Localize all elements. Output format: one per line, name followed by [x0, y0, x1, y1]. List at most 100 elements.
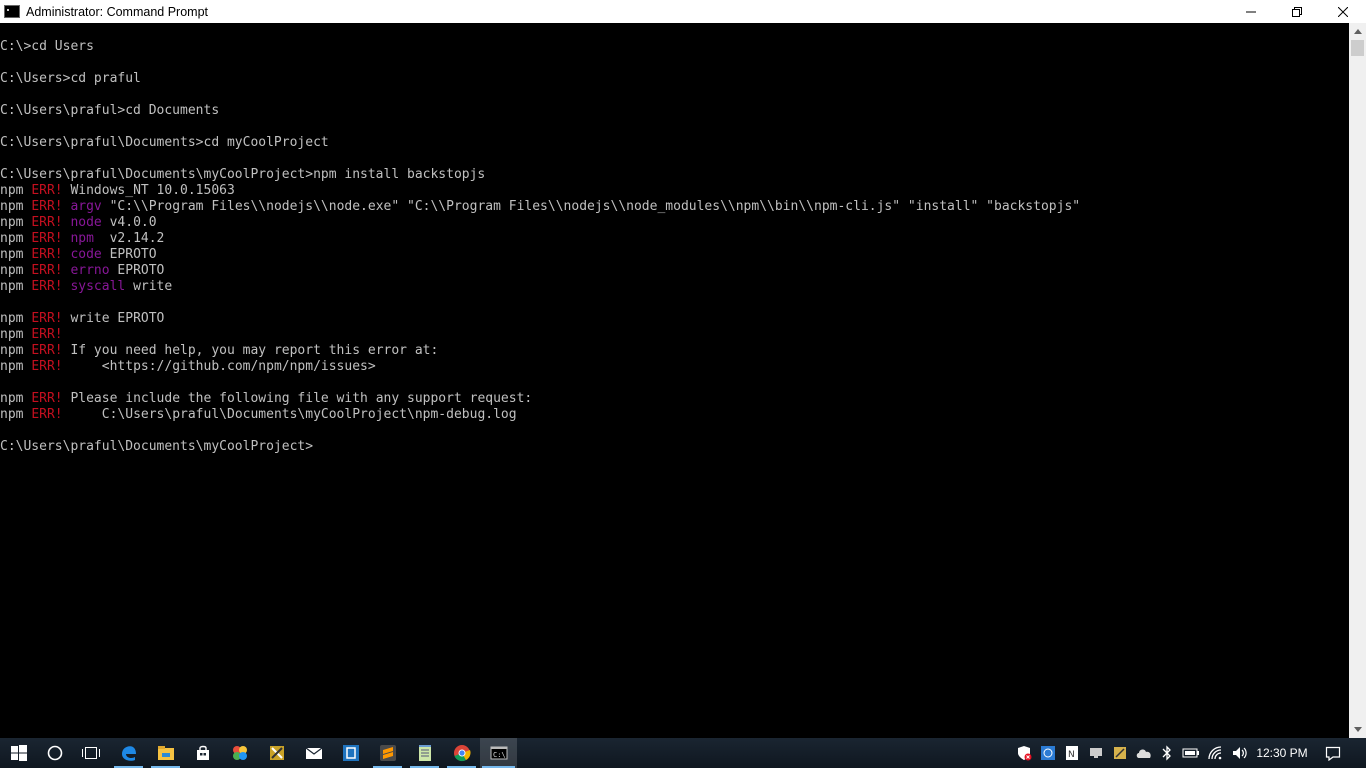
- scrollbar-thumb[interactable]: [1351, 40, 1364, 56]
- tray-volume[interactable]: [1229, 738, 1251, 768]
- tray-app-2[interactable]: N: [1061, 738, 1083, 768]
- error-key: npm: [70, 231, 102, 246]
- error-value: write EPROTO: [70, 311, 165, 326]
- edge-icon: [121, 746, 136, 761]
- close-button[interactable]: [1320, 0, 1366, 23]
- tools-tray-icon: [1114, 747, 1126, 759]
- err-label: ERR!: [31, 263, 63, 278]
- cmd-app-icon[interactable]: [4, 5, 20, 18]
- npm-prefix: npm: [0, 407, 32, 422]
- battery-icon: [1182, 748, 1199, 758]
- npm-prefix: npm: [0, 199, 32, 214]
- taskbar-chrome[interactable]: [443, 738, 480, 768]
- windows-logo-icon: [10, 745, 27, 761]
- err-label: ERR!: [31, 359, 63, 374]
- npm-prefix: npm: [0, 215, 32, 230]
- err-label: ERR!: [31, 407, 63, 422]
- command-line: C:\Users\praful\Documents>cd myCoolProje…: [0, 135, 329, 150]
- taskbar: C:\ N 12:30 PM: [0, 738, 1366, 768]
- err-label: ERR!: [31, 247, 63, 262]
- npm-prefix: npm: [0, 327, 32, 342]
- cloud-icon: [1136, 749, 1151, 758]
- monitor-app-icon: [1090, 748, 1102, 758]
- npm-prefix: npm: [0, 263, 32, 278]
- npm-prefix: npm: [0, 391, 32, 406]
- search-circle-icon: [47, 745, 62, 761]
- chevron-up-icon: [1353, 29, 1362, 34]
- error-key: argv: [70, 199, 102, 214]
- err-label: ERR!: [31, 391, 63, 406]
- scroll-down-button[interactable]: [1349, 721, 1366, 738]
- err-label: ERR!: [31, 183, 63, 198]
- start-button[interactable]: [0, 738, 37, 768]
- npm-error-line: npm ERR! <https://github.com/npm/npm/iss…: [0, 359, 376, 375]
- puzzle-icon: [232, 746, 247, 760]
- command-line: C:\Users>cd praful: [0, 71, 141, 86]
- tray-app-1[interactable]: [1037, 738, 1059, 768]
- error-value: v4.0.0: [101, 215, 157, 230]
- scroll-up-button[interactable]: [1349, 23, 1366, 40]
- wifi-icon: [1208, 746, 1222, 760]
- err-label: ERR!: [31, 343, 63, 358]
- taskbar-mail[interactable]: [295, 738, 332, 768]
- taskbar-cmd[interactable]: C:\: [480, 738, 517, 768]
- svg-text:N: N: [1068, 750, 1075, 760]
- taskbar-app-9[interactable]: [332, 738, 369, 768]
- error-value: EPROTO: [101, 247, 157, 262]
- taskbar-sublime[interactable]: [369, 738, 406, 768]
- npm-prefix: npm: [0, 247, 32, 262]
- err-label: ERR!: [31, 327, 63, 342]
- store-bag-icon: [196, 745, 209, 760]
- taskbar-notepad[interactable]: [406, 738, 443, 768]
- error-value: Windows_NT 10.0.15063: [70, 183, 235, 198]
- tray-bluetooth[interactable]: [1157, 738, 1177, 768]
- task-view-icon: [81, 747, 100, 759]
- taskbar-app-7[interactable]: [258, 738, 295, 768]
- console-output[interactable]: C:\>cd Users C:\Users>cd praful C:\Users\p…: [0, 23, 1349, 738]
- npm-error-line: npm ERR! errno EPROTO: [0, 263, 164, 279]
- taskbar-clock[interactable]: 12:30 PM: [1256, 738, 1308, 768]
- npm-error-line: npm ERR! argv "C:\\Program Files\\nodejs…: [0, 199, 1080, 215]
- shield-warning-icon: [1018, 746, 1032, 761]
- error-key: code: [70, 247, 102, 262]
- taskbar-store[interactable]: [184, 738, 221, 768]
- tray-onedrive[interactable]: [1133, 738, 1155, 768]
- npm-prefix: npm: [0, 231, 32, 246]
- npm-prefix: npm: [0, 359, 32, 374]
- npm-prefix: npm: [0, 343, 32, 358]
- command-line: C:\Users\praful\Documents\myCoolProject>…: [0, 167, 486, 182]
- task-view-button[interactable]: [72, 738, 109, 768]
- window-controls: [1228, 0, 1366, 23]
- taskbar-app-6[interactable]: [221, 738, 258, 768]
- tray-security[interactable]: [1013, 738, 1035, 768]
- notification-icon: [1325, 746, 1341, 761]
- action-center-button[interactable]: [1320, 738, 1346, 768]
- tray-battery[interactable]: [1180, 738, 1202, 768]
- restore-button[interactable]: [1274, 0, 1320, 23]
- title-bar[interactable]: Administrator: Command Prompt: [0, 0, 1366, 23]
- network-app-icon: [1041, 746, 1055, 760]
- err-label: ERR!: [31, 199, 63, 214]
- npm-error-line: npm ERR! syscall write: [0, 279, 172, 295]
- error-value: Please include the following file with a…: [70, 391, 533, 406]
- tray-wifi[interactable]: [1205, 738, 1227, 768]
- mail-icon: [305, 747, 322, 759]
- vertical-scrollbar[interactable]: [1349, 23, 1366, 738]
- chrome-icon: [453, 745, 471, 762]
- svg-text:C:\: C:\: [493, 751, 506, 759]
- sublime-icon: [379, 745, 396, 761]
- bracket-icon: [342, 745, 359, 761]
- taskbar-edge[interactable]: [110, 738, 147, 768]
- npm-error-line: npm ERR! C:\Users\praful\Documents\myCoo…: [0, 407, 517, 423]
- search-button[interactable]: [36, 738, 73, 768]
- document-app-icon: N: [1066, 746, 1078, 760]
- npm-error-line: npm ERR!: [0, 327, 70, 343]
- taskbar-file-explorer[interactable]: [147, 738, 184, 768]
- error-value: "C:\\Program Files\\nodejs\\node.exe" "C…: [101, 199, 1081, 214]
- minimize-button[interactable]: [1228, 0, 1274, 23]
- tray-app-3[interactable]: [1085, 738, 1107, 768]
- npm-error-line: npm ERR! node v4.0.0: [0, 215, 157, 231]
- tray-app-4[interactable]: [1109, 738, 1131, 768]
- error-key: syscall: [70, 279, 126, 294]
- error-value: EPROTO: [109, 263, 165, 278]
